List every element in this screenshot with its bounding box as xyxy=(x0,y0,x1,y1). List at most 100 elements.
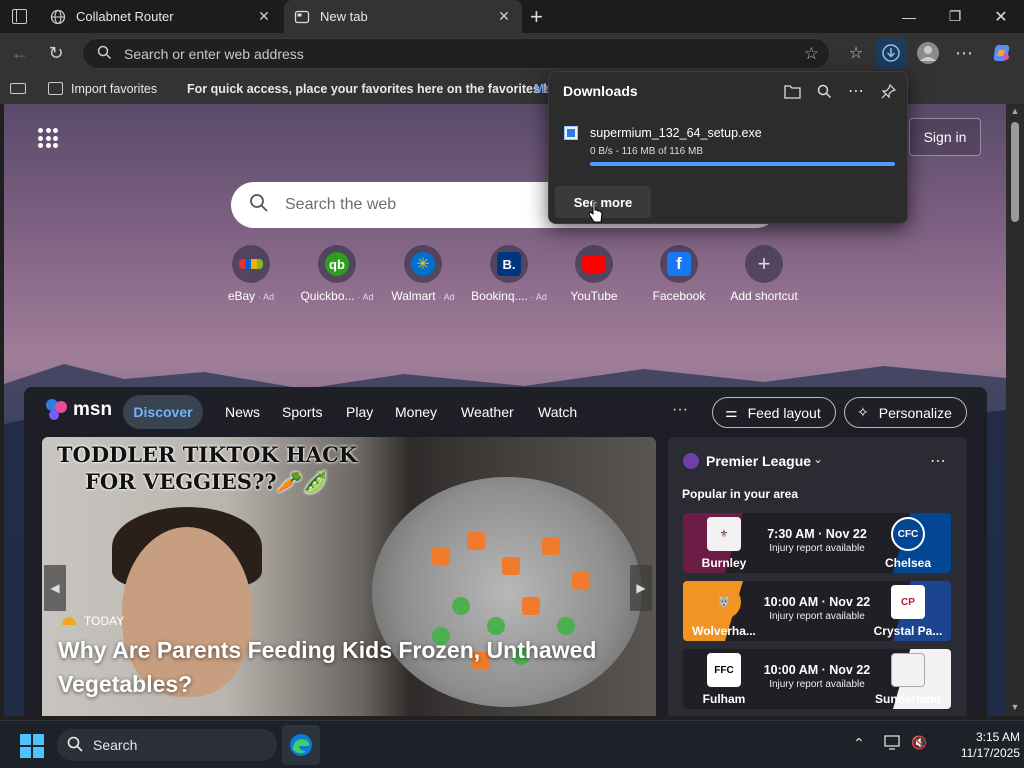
feed-layout-button[interactable]: ⚌ Feed layout xyxy=(712,397,836,428)
tab-label: Collabnet Router xyxy=(76,9,174,24)
home-team: Wolverha... xyxy=(692,624,756,638)
league-title[interactable]: Premier League xyxy=(706,453,811,469)
hero-banner-text: TODDLER TIKTOK HACK FOR VEGGIES??🥕🫛 xyxy=(42,441,372,495)
taskbar-search[interactable]: Search xyxy=(57,729,277,761)
match-row[interactable]: ⚜ CFC 7:30 AM · Nov 22 Injury report ava… xyxy=(683,513,951,573)
ebay-icon xyxy=(239,259,263,269)
import-favorites-label: Import favorites xyxy=(71,81,158,96)
carousel-next-icon[interactable]: ▶ xyxy=(630,565,652,611)
shortcut-booking[interactable]: B. Bookinq.... · Ad xyxy=(464,245,554,303)
close-tab-icon[interactable]: ✕ xyxy=(496,8,512,25)
shortcut-ebay[interactable]: eBay · Ad xyxy=(206,245,296,303)
volume-muted-icon[interactable]: 🔇 xyxy=(911,735,927,751)
scroll-down-icon[interactable]: ▼ xyxy=(1006,702,1024,712)
copilot-icon[interactable] xyxy=(986,37,1018,69)
tab-actions-icon[interactable] xyxy=(12,9,27,24)
tab-play[interactable]: Play xyxy=(346,395,373,429)
download-progress-fill xyxy=(590,162,895,166)
ad-label: · Ad xyxy=(258,292,275,302)
address-bar[interactable]: Search or enter web address ☆ xyxy=(82,38,830,69)
personalize-button[interactable]: ✧ Personalize xyxy=(844,397,967,428)
tab-new-tab[interactable]: New tab ✕ xyxy=(284,0,522,33)
settings-more-icon[interactable]: ⋯ xyxy=(948,37,980,69)
shortcut-label: eBay xyxy=(227,289,256,303)
back-arrow-icon[interactable]: ← xyxy=(4,37,36,69)
search-icon xyxy=(249,193,269,218)
edge-taskbar-icon[interactable] xyxy=(282,725,320,765)
refresh-icon[interactable]: ↻ xyxy=(40,37,72,69)
clock-time: 3:15 AM xyxy=(975,730,1020,744)
match-row[interactable]: 🐺 CP 10:00 AM · Nov 22 Injury report ava… xyxy=(683,581,951,641)
new-tab-plus-icon[interactable]: + xyxy=(530,4,543,30)
network-icon[interactable] xyxy=(884,735,902,754)
facebook-icon: f xyxy=(667,252,691,276)
windows-start-icon[interactable] xyxy=(20,734,44,758)
hero-news-card[interactable]: TODDLER TIKTOK HACK FOR VEGGIES??🥕🫛 ◀ ▶ … xyxy=(42,437,656,716)
personalize-label: Personalize xyxy=(878,404,952,421)
tab-collabnet-router[interactable]: Collabnet Router ✕ xyxy=(40,0,282,33)
tab-discover[interactable]: Discover xyxy=(123,395,203,429)
shortcut-label: YouTube xyxy=(570,289,618,303)
scroll-up-icon[interactable]: ▲ xyxy=(1006,106,1024,116)
sign-in-button[interactable]: Sign in xyxy=(909,118,981,156)
favorite-star-icon[interactable]: ☆ xyxy=(804,44,819,64)
shortcut-label: Walmart xyxy=(391,289,436,303)
chevron-up-icon[interactable]: ⌃ xyxy=(853,735,865,752)
page-icon xyxy=(294,9,310,25)
msn-feed: msn Discover News Sports Play Money Weat… xyxy=(24,387,987,716)
booking-icon: B. xyxy=(497,252,521,276)
more-options-icon[interactable]: ⋯ xyxy=(847,82,865,100)
sidebar-toggle-icon[interactable] xyxy=(10,83,26,94)
ad-label: · Ad xyxy=(530,292,547,302)
tab-news[interactable]: News xyxy=(225,395,260,429)
plus-icon: + xyxy=(757,251,771,276)
download-progress-bar xyxy=(590,162,895,166)
match-row[interactable]: FFC 10:00 AM · Nov 22 Injury report avai… xyxy=(683,649,951,709)
apps-grid-icon[interactable] xyxy=(38,128,58,148)
tab-money[interactable]: Money xyxy=(395,395,437,429)
more-nav-icon[interactable]: ··· xyxy=(672,401,688,419)
shortcut-add[interactable]: + Add shortcut xyxy=(719,245,809,303)
page-scrollbar[interactable]: ▲ ▼ xyxy=(1006,104,1024,716)
shortcut-quickbooks[interactable]: qb Quickbo... · Ad xyxy=(292,245,382,303)
file-icon xyxy=(564,126,578,140)
quickbooks-icon: qb xyxy=(325,252,349,276)
carousel-prev-icon[interactable]: ◀ xyxy=(44,565,66,611)
match-note: Injury report available xyxy=(769,543,865,554)
sparkle-icon: ✧ xyxy=(857,404,869,420)
download-file-name[interactable]: supermium_132_64_setup.exe xyxy=(590,126,762,140)
msn-logo[interactable]: msn xyxy=(44,397,112,423)
shortcut-facebook[interactable]: f Facebook xyxy=(634,245,724,303)
restore-icon[interactable]: ❐ xyxy=(932,0,978,33)
scrollbar-thumb[interactable] xyxy=(1011,122,1019,222)
sports-more-icon[interactable]: ⋯ xyxy=(930,451,946,471)
walmart-icon: ✳ xyxy=(411,252,435,276)
favorites-icon[interactable]: ☆ xyxy=(840,37,872,69)
tab-weather[interactable]: Weather xyxy=(461,395,514,429)
ad-label: · Ad xyxy=(438,292,455,302)
shortcut-label: Bookinq.... xyxy=(471,289,528,303)
shortcut-walmart[interactable]: ✳ Walmart · Ad xyxy=(378,245,468,303)
minimize-icon[interactable]: — xyxy=(886,0,932,33)
match-time: 7:30 AM · Nov 22 xyxy=(767,527,867,541)
hero-headline[interactable]: Why Are Parents Feeding Kids Frozen, Unt… xyxy=(58,633,628,701)
away-team: Sunderland xyxy=(874,692,941,706)
search-downloads-icon[interactable] xyxy=(815,82,833,100)
open-folder-icon[interactable] xyxy=(783,82,801,100)
tab-sports[interactable]: Sports xyxy=(282,395,322,429)
hero-banner-line1: TODDLER TIKTOK HACK xyxy=(56,442,358,467)
close-window-icon[interactable]: ✕ xyxy=(978,0,1024,33)
pin-icon[interactable] xyxy=(879,82,897,100)
import-favorites-button[interactable]: Import favorites xyxy=(48,82,157,96)
sliders-icon: ⚌ xyxy=(725,404,738,420)
shortcut-youtube[interactable]: YouTube xyxy=(549,245,639,303)
tab-watch[interactable]: Watch xyxy=(538,395,577,429)
wolves-crest-icon: 🐺 xyxy=(707,585,741,619)
system-clock[interactable]: 3:15 AM 11/17/2025 xyxy=(940,729,1020,761)
downloads-icon[interactable] xyxy=(875,37,907,69)
close-tab-icon[interactable]: ✕ xyxy=(256,8,272,25)
news-source: TODAY xyxy=(62,614,124,628)
chevron-down-icon[interactable]: ⌄ xyxy=(813,452,823,466)
source-logo-icon xyxy=(62,617,76,625)
profile-avatar-icon[interactable] xyxy=(912,37,944,69)
